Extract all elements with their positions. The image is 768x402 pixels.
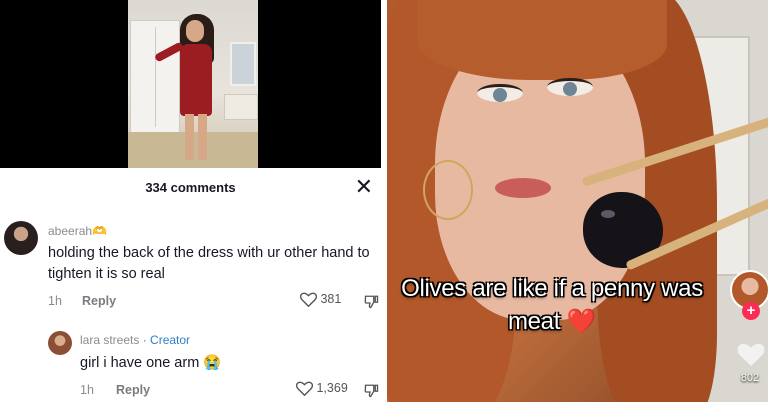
person-face [186,20,204,42]
heart-outline-icon [300,292,317,308]
red-dress [180,44,212,116]
eye [547,78,593,96]
heart-icon[interactable] [737,342,765,367]
eye [477,84,523,102]
creator-badge: · Creator [142,333,191,347]
red-heart-emoji: ❤️ [566,308,597,335]
video-player[interactable] [0,0,381,168]
comment-item: abeerah🫶 holding the back of the dress w… [0,214,381,314]
lips [495,178,551,198]
person-leg [198,114,207,160]
comments-header: 334 comments ✕ [0,176,381,200]
video-frame [128,0,258,168]
comment-count: 334 comments [145,180,236,195]
reply-button[interactable]: Reply [82,294,116,308]
comment-time: 1h [80,383,94,397]
like-count: 802 [740,372,760,384]
video-caption: Olives are like if a penny was meat ❤️ [401,275,703,335]
dislike-icon[interactable] [364,294,379,309]
like-count: 381 [320,292,342,306]
dresser [224,94,258,120]
window [230,42,256,86]
comment-text: holding the back of the dress with ur ot… [48,245,370,282]
comment-username[interactable]: lara streets · Creator [80,333,190,347]
follow-button[interactable]: + [742,302,760,320]
bangs [417,0,667,80]
like-button[interactable]: 1,369 [296,381,348,397]
like-button[interactable]: 381 [300,292,342,308]
comment-time: 1h [48,294,62,308]
hoop-earring [423,160,473,220]
hands-heart-emoji: 🫶 [92,224,107,238]
comment-username[interactable]: abeerah🫶 [48,224,107,238]
wardrobe [130,20,180,135]
dislike-icon[interactable] [364,383,379,398]
heart-outline-icon [296,381,313,397]
video-screenshot-panel[interactable]: Olives are like if a penny was meat ❤️ +… [387,0,768,402]
comment-item: lara streets · Creator girl i have one a… [0,324,381,402]
avatar[interactable] [4,221,38,255]
comment-text: girl i have one arm 😭 [80,355,222,371]
person-leg [185,114,194,160]
comments-screenshot-panel: 334 comments ✕ abeerah🫶 holding the back… [0,0,381,402]
close-icon[interactable]: ✕ [355,176,373,198]
avatar[interactable] [48,331,72,355]
reply-button[interactable]: Reply [116,383,150,397]
like-count: 1,369 [316,381,348,395]
